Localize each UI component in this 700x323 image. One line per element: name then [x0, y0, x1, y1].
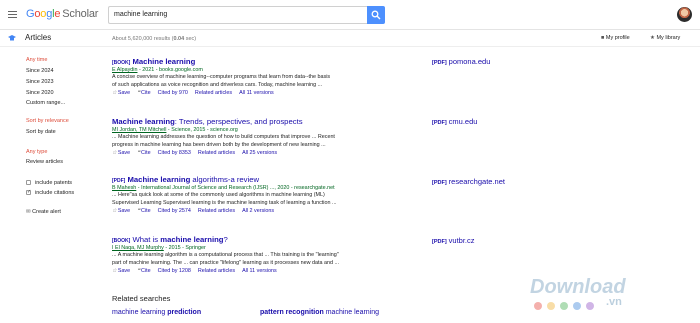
result-snippet: ... A machine learning algorithm is a co…: [112, 252, 339, 266]
result-title[interactable]: Machine learning: Trends, perspectives, …: [112, 117, 412, 126]
save-button[interactable]: ☆Save: [112, 208, 130, 214]
menu-icon[interactable]: [8, 11, 17, 19]
cite-button[interactable]: ❝Cite: [137, 268, 151, 274]
pdf-link[interactable]: [PDF] pomona.edu: [432, 57, 490, 66]
result-actions: ☆Save ❝Cite Cited by 2574 Related articles A…: [112, 208, 412, 214]
result-title[interactable]: [BOOK] What is machine learning?: [112, 235, 412, 244]
search-icon: [371, 10, 381, 20]
logo-scholar-text: Scholar: [62, 8, 99, 20]
filter-since-2023[interactable]: Since 2023: [26, 79, 54, 85]
avatar[interactable]: [677, 7, 692, 22]
star-icon: ☆: [112, 268, 117, 275]
result-snippet: A concise overview of machine learning--…: [112, 74, 331, 88]
related-articles-link[interactable]: Related articles: [198, 150, 235, 156]
include-citations-checkbox[interactable]: ✓: [26, 189, 31, 195]
related-articles-link[interactable]: Related articles: [198, 208, 235, 214]
result-item: Machine learning: Trends, perspectives, …: [112, 117, 412, 156]
star-icon: ☆: [112, 90, 117, 97]
pdf-link[interactable]: [PDF] cmu.edu: [432, 117, 477, 126]
my-profile-link[interactable]: ■ My profile: [601, 35, 630, 41]
cited-by-link[interactable]: Cited by 970: [158, 90, 188, 96]
google-scholar-logo[interactable]: Google Scholar: [26, 8, 98, 20]
watermark-suffix: .vn: [606, 296, 622, 308]
result-item: [BOOK] Machine learning E Alpaydin - 202…: [112, 57, 412, 96]
result-snippet: ... Machine learning addresses the quest…: [112, 134, 335, 148]
search-button[interactable]: [367, 6, 385, 24]
cite-button[interactable]: ❝Cite: [137, 208, 151, 214]
graduation-cap-icon: [8, 35, 16, 41]
result-actions: ☆Save ❝Cite Cited by 8353 Related articles A…: [112, 150, 412, 156]
result-actions: ☆Save ❝Cite Cited by 1208 Related articles A…: [112, 268, 412, 274]
result-authors: E Alpaydin - 2021 - books.google.com: [112, 67, 203, 73]
include-patents-checkbox[interactable]: [26, 180, 31, 185]
save-button[interactable]: ☆Save: [112, 90, 130, 96]
related-search-link[interactable]: pattern recognition machine learning: [260, 309, 379, 316]
quote-icon: ❝: [137, 150, 141, 157]
versions-link[interactable]: All 11 versions: [242, 268, 277, 274]
versions-link[interactable]: All 2 versions: [242, 208, 274, 214]
star-icon: ★: [650, 35, 655, 41]
related-searches-heading: Related searches: [112, 294, 171, 303]
result-item: [BOOK] What is machine learning? I El Na…: [112, 235, 412, 274]
star-icon: ☆: [112, 208, 117, 215]
search-input[interactable]: machine learning: [108, 6, 367, 24]
sort-by-date[interactable]: Sort by date: [26, 129, 56, 135]
watermark-dots: [534, 302, 599, 312]
cited-by-link[interactable]: Cited by 2574: [158, 208, 191, 214]
pdf-link[interactable]: [PDF] researchgate.net: [432, 177, 505, 186]
results-count: About 5,620,000 results (0.04 sec): [112, 36, 197, 42]
versions-link[interactable]: All 11 versions: [239, 90, 274, 96]
quote-icon: ❝: [137, 90, 141, 97]
related-articles-link[interactable]: Related articles: [198, 268, 235, 274]
cited-by-link[interactable]: Cited by 8353: [158, 150, 191, 156]
filter-since-2024[interactable]: Since 2024: [26, 68, 54, 74]
related-articles-link[interactable]: Related articles: [195, 90, 232, 96]
section-title: Articles: [25, 33, 52, 42]
result-title[interactable]: [BOOK] Machine learning: [112, 57, 412, 66]
sub-bar: [0, 30, 700, 47]
my-library-link[interactable]: ★ My library: [650, 35, 680, 41]
filter-any-type[interactable]: Any type: [26, 149, 47, 155]
result-item: [PDF] Machine learning algorithms-a revi…: [112, 175, 412, 214]
quote-icon: ❝: [137, 268, 141, 275]
result-authors: B Mahesh - International Journal of Scie…: [112, 185, 335, 191]
pdf-link[interactable]: [PDF] vutbr.cz: [432, 236, 475, 245]
create-alert-button[interactable]: ✉ Create alert: [26, 209, 61, 215]
star-icon: ☆: [112, 150, 117, 157]
result-actions: ☆Save ❝Cite Cited by 970 Related articles Al…: [112, 90, 412, 96]
related-search-link[interactable]: machine learning prediction: [112, 309, 201, 316]
versions-link[interactable]: All 25 versions: [242, 150, 277, 156]
cited-by-link[interactable]: Cited by 1208: [158, 268, 191, 274]
save-button[interactable]: ☆Save: [112, 150, 130, 156]
quote-icon: ❝: [137, 208, 141, 215]
save-button[interactable]: ☆Save: [112, 268, 130, 274]
include-patents-label: include patents: [35, 180, 72, 186]
filter-review-articles[interactable]: Review articles: [26, 159, 63, 165]
envelope-icon: ✉: [26, 209, 31, 215]
cite-button[interactable]: ❝Cite: [137, 90, 151, 96]
result-authors: MI Jordan, TM Mitchell - Science, 2015 -…: [112, 127, 238, 133]
sort-by-relevance[interactable]: Sort by relevance: [26, 118, 69, 124]
include-citations-label: include citations: [35, 190, 75, 196]
cite-button[interactable]: ❝Cite: [137, 150, 151, 156]
filter-any-time[interactable]: Any time: [26, 57, 47, 63]
result-title[interactable]: [PDF] Machine learning algorithms-a revi…: [112, 175, 412, 184]
result-authors: I El Naqa, MJ Murphy - 2015 - Springer: [112, 245, 206, 251]
filter-since-2020[interactable]: Since 2020: [26, 90, 54, 96]
result-snippet: ... Here"sa quick look at some of the co…: [112, 192, 337, 206]
profile-icon: ■: [601, 35, 605, 41]
filter-custom-range[interactable]: Custom range...: [26, 100, 65, 106]
